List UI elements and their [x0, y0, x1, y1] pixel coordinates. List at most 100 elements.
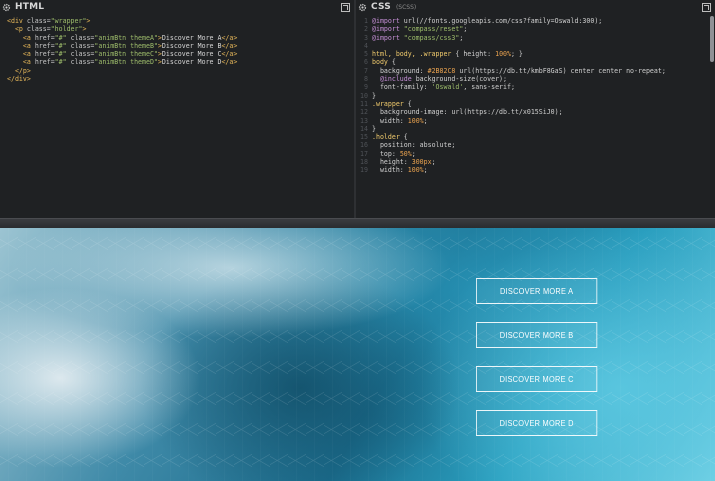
code-token: font-family: [379, 83, 432, 92]
css-code-editor[interactable]: 1 @import url(//fonts.googleapis.com/css?… [356, 14, 715, 175]
code-token: "animBtn themeA" [94, 33, 158, 42]
code-token: background-size(cover); [415, 75, 507, 84]
code-token: "animBtn themeD" [94, 58, 158, 67]
code-token: </a> [221, 41, 238, 50]
code-token: href= [34, 41, 55, 50]
line-number: 19 [360, 166, 368, 175]
css-pane-title: CSS [371, 2, 391, 12]
code-token: .wrapper [372, 99, 408, 108]
gear-icon[interactable] [358, 3, 367, 12]
code-token: Discover More C [161, 50, 222, 59]
line-number: 1 [364, 17, 368, 25]
line-number: 16 [360, 141, 368, 150]
html-code-line: <p class="holder"> [7, 25, 354, 33]
html-code-line: <a href="#" class="animBtn themeC">Disco… [7, 50, 354, 58]
expand-icon[interactable] [702, 3, 711, 12]
css-code-line: 4 [356, 42, 715, 50]
code-token: url(//fonts.googleapis.com/css?family=Os… [403, 17, 603, 25]
line-number: 2 [364, 25, 368, 34]
line-number: 10 [360, 91, 368, 100]
code-token: "#" [54, 50, 67, 59]
discover-more-a-button[interactable]: DISCOVER MORE A [476, 278, 598, 304]
code-token: class= [66, 58, 95, 67]
html-pane-title: HTML [15, 2, 45, 12]
code-token: @include [379, 75, 416, 84]
code-token: ; [463, 25, 468, 34]
html-code-line: <div class="wrapper"> [7, 17, 354, 25]
code-token: class= [26, 25, 51, 34]
code-token: </a> [221, 33, 238, 42]
code-token: "compass/css3" [403, 33, 460, 42]
code-token: "compass/reset" [403, 25, 464, 34]
code-token: "animBtn themeB" [94, 41, 158, 50]
code-token: { [403, 133, 408, 142]
code-token: html, body, .wrapper [372, 50, 456, 59]
code-token: Discover More B [161, 41, 222, 50]
code-token: "wrapper" [50, 17, 87, 25]
css-code-line: 11 .wrapper { [356, 100, 715, 108]
code-token: href= [34, 58, 55, 67]
html-code-line: </div> [7, 75, 354, 83]
result-preview: DISCOVER MORE A DISCOVER MORE B DISCOVER… [0, 228, 715, 481]
html-code-line: <a href="#" class="animBtn themeD">Disco… [7, 58, 354, 66]
css-code-line: 5 html, body, .wrapper { height: 100%; } [356, 50, 715, 58]
code-token: </a> [221, 50, 238, 59]
code-token: absolute; [419, 141, 456, 150]
code-token: <div [7, 17, 27, 25]
button-holder: DISCOVER MORE A DISCOVER MORE B DISCOVER… [476, 278, 598, 454]
discover-more-b-button[interactable]: DISCOVER MORE B [476, 322, 598, 348]
expand-icon[interactable] [341, 3, 350, 12]
code-token: body [372, 58, 392, 67]
code-token: height: [463, 50, 496, 59]
line-number: 7 [364, 66, 368, 75]
css-code-line: 3 @import "compass/css3"; [356, 34, 715, 42]
discover-more-d-button[interactable]: DISCOVER MORE D [476, 410, 598, 436]
html-code-editor[interactable]: <div class="wrapper"> <p class="holder">… [0, 14, 354, 83]
code-token: 50% [399, 149, 412, 158]
html-code-line: <a href="#" class="animBtn themeA">Disco… [7, 34, 354, 42]
code-token: Discover More D [161, 58, 222, 67]
code-token: } [372, 124, 376, 133]
code-token: url(https://db.tt/x015SiJ0); [451, 108, 563, 117]
css-code-line: 12 background-image: url(https://db.tt/x… [356, 108, 715, 116]
hex-pattern-overlay [0, 228, 715, 481]
code-token: href= [34, 50, 55, 59]
code-token: href= [34, 33, 55, 42]
code-token: Discover More A [161, 33, 222, 42]
css-code-line: 19 width: 100%; [356, 166, 715, 174]
line-number: 18 [360, 158, 368, 167]
line-number: 17 [360, 149, 368, 158]
gear-icon[interactable] [2, 3, 11, 12]
css-code-line: 6 body { [356, 58, 715, 66]
css-code-line: 1 @import url(//fonts.googleapis.com/css?… [356, 17, 715, 25]
code-token: ; } [510, 50, 523, 59]
preview-resize-bar[interactable] [0, 218, 715, 228]
code-token: , sans-serif; [463, 83, 515, 92]
code-token: position: [379, 141, 420, 150]
discover-more-c-button[interactable]: DISCOVER MORE C [476, 366, 598, 392]
css-code-line: 18 height: 300px; [356, 158, 715, 166]
css-pane-preprocessor: (SCSS) [395, 3, 417, 11]
code-token: @import [372, 17, 404, 25]
code-token: width: [379, 116, 408, 125]
code-token: { [407, 99, 412, 108]
code-token: > [82, 25, 87, 34]
code-token: class= [66, 41, 95, 50]
code-token: 'Oswald' [431, 83, 464, 92]
css-scrollbar[interactable] [710, 16, 714, 62]
code-token: url(https://db.tt/kmbF8GaS) center cente… [459, 66, 666, 75]
css-code-line: 10} [356, 92, 715, 100]
code-token: </a> [221, 58, 238, 67]
code-token: ; [459, 33, 464, 42]
code-token: #2B82C8 [427, 66, 460, 75]
css-pane: CSS (SCSS) 1 @import url(//fonts.googleap… [356, 0, 715, 218]
line-number: 5 [364, 50, 368, 59]
